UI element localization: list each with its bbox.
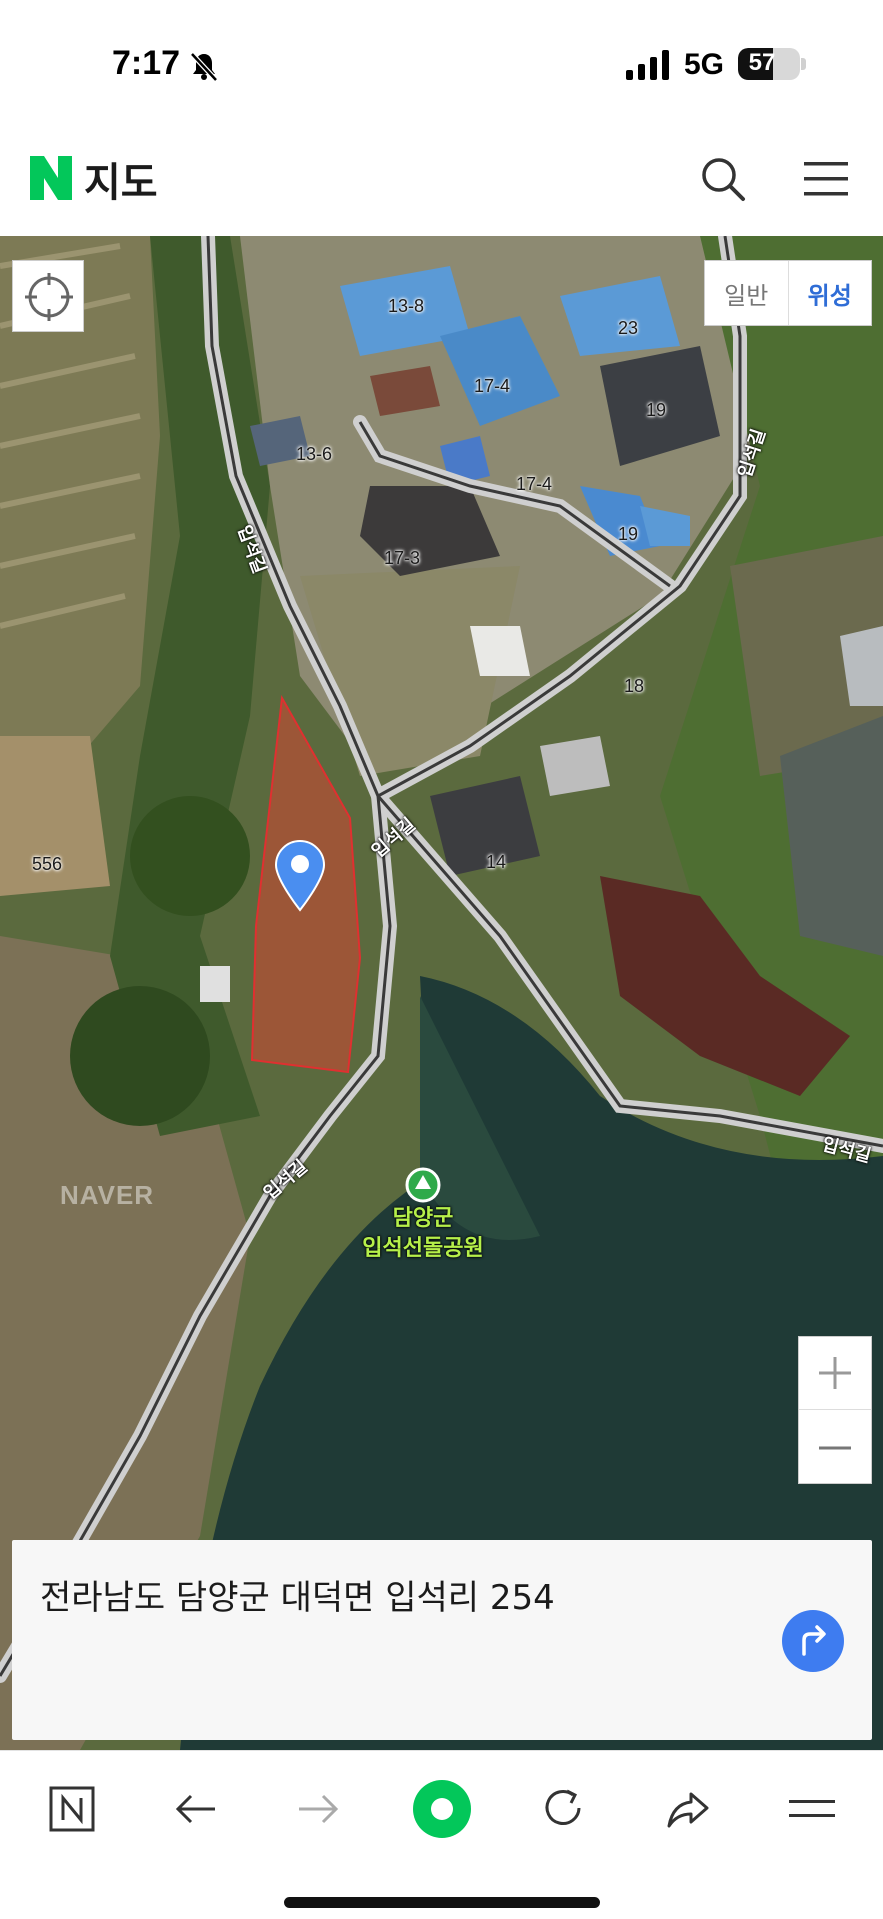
screen: { "status_bar": { "time": "7:17", "netwo… <box>0 0 883 1919</box>
hamburger-icon <box>789 1800 835 1817</box>
signal-icon <box>626 50 669 80</box>
map-pin-icon[interactable] <box>274 840 326 912</box>
building-number: 14 <box>486 852 507 872</box>
reload-button[interactable] <box>534 1779 594 1839</box>
bell-muted-icon <box>190 52 218 82</box>
minus-icon <box>819 1446 851 1449</box>
building-number: 19 <box>646 400 667 420</box>
page-title: 지도 <box>84 160 158 206</box>
route-button[interactable] <box>782 1610 844 1672</box>
forward-arrow-icon <box>299 1794 339 1824</box>
share-button[interactable] <box>658 1779 718 1839</box>
address-text: 전라남도 담양군 대덕면 입석리 254 <box>40 1578 555 1618</box>
naver-watermark: NAVER <box>60 1180 155 1210</box>
home-indicator[interactable] <box>284 1897 600 1908</box>
browser-menu-button[interactable] <box>782 1779 842 1839</box>
zoom-control <box>798 1336 872 1484</box>
naver-home-button[interactable] <box>42 1779 102 1839</box>
building-number: 17-4 <box>516 474 553 494</box>
browser-toolbar <box>0 1750 883 1919</box>
search-icon[interactable] <box>700 156 746 202</box>
naver-home-icon <box>49 1786 95 1832</box>
status-time: 7:17 <box>112 44 181 82</box>
building-number: 13-6 <box>296 444 333 464</box>
building-number: 13-8 <box>388 296 425 316</box>
app-header: N 지도 <box>0 120 883 236</box>
status-bar: 7:17 5G 57 <box>0 0 883 120</box>
satellite-map[interactable]: 13-8 23 17-4 19 13-6 17-4 19 17-3 18 556… <box>0 236 883 1750</box>
zoom-out-button[interactable] <box>799 1411 871 1484</box>
locate-icon <box>25 273 73 321</box>
reload-icon <box>545 1789 581 1825</box>
green-dot-icon <box>413 1780 471 1838</box>
naver-logo[interactable]: N <box>30 156 72 200</box>
network-label: 5G <box>684 48 725 81</box>
back-button[interactable] <box>166 1779 226 1839</box>
battery-percent: 57 <box>748 49 776 76</box>
battery-indicator: 57 <box>738 48 800 80</box>
map-type-satellite[interactable]: 위성 <box>789 261 872 325</box>
forward-button[interactable] <box>288 1779 348 1839</box>
map-type-switch[interactable]: 일반 위성 <box>704 260 872 326</box>
zoom-in-button[interactable] <box>799 1337 871 1410</box>
poi-name-line1: 담양군 <box>392 1206 454 1231</box>
address-card[interactable]: 전라남도 담양군 대덕면 입석리 254 <box>12 1540 872 1740</box>
plus-icon <box>819 1357 851 1389</box>
share-icon <box>667 1792 709 1828</box>
menu-icon[interactable] <box>804 160 848 198</box>
building-number: 18 <box>624 676 645 696</box>
back-arrow-icon <box>175 1794 215 1824</box>
map-type-normal[interactable]: 일반 <box>705 261 789 325</box>
building-number: 23 <box>618 318 639 338</box>
route-icon <box>802 1625 826 1656</box>
building-number: 17-3 <box>384 548 421 568</box>
building-number: 556 <box>32 854 63 874</box>
building-number: 19 <box>618 524 639 544</box>
building-number: 17-4 <box>474 376 511 396</box>
green-dot-button[interactable] <box>412 1779 472 1839</box>
poi-label[interactable]: 담양군 입석선돌공원 <box>330 1204 516 1264</box>
locate-button[interactable] <box>12 260 84 332</box>
battery-tip <box>801 58 806 70</box>
poi-name-line2: 입석선돌공원 <box>362 1236 484 1261</box>
